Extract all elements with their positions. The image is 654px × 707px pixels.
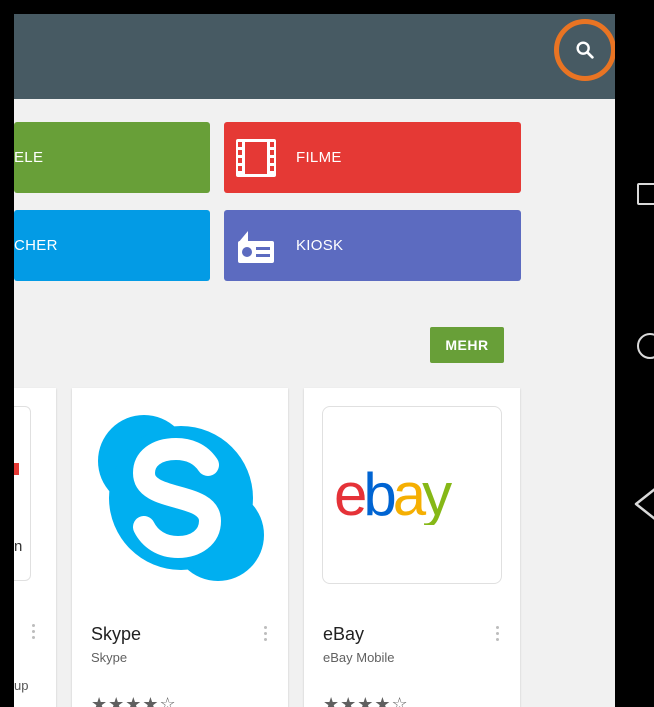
category-label: KIOSK bbox=[296, 237, 344, 254]
more-button[interactable]: MEHR bbox=[430, 327, 504, 363]
app-card-skype[interactable]: Skype Skype ★★★★☆ bbox=[72, 388, 288, 707]
app-developer: eBay Mobile bbox=[323, 650, 395, 665]
overflow-menu-icon[interactable] bbox=[264, 626, 268, 641]
home-icon[interactable] bbox=[637, 333, 654, 359]
app-title: Skype bbox=[91, 624, 142, 644]
app-card-ebay[interactable]: ebay eBay eBay Mobile ★★★★☆ bbox=[304, 388, 520, 707]
svg-text:ebay: ebay bbox=[334, 465, 452, 525]
app-icon-fragment bbox=[14, 463, 19, 475]
skype-logo-icon bbox=[98, 415, 264, 581]
category-label: CHER bbox=[14, 237, 58, 254]
back-icon[interactable] bbox=[633, 487, 654, 521]
app-icon-fragment-text: n bbox=[14, 538, 23, 555]
app-developer: Skype bbox=[91, 650, 128, 665]
app-card[interactable]: n up bbox=[14, 388, 56, 707]
recent-apps-icon[interactable] bbox=[637, 183, 654, 205]
search-icon bbox=[576, 41, 594, 59]
ebay-logo-icon: ebay bbox=[334, 465, 456, 525]
rating-stars: ★★★★☆ bbox=[91, 694, 177, 707]
category-tile-newsstand[interactable]: KIOSK bbox=[224, 210, 521, 281]
search-button[interactable] bbox=[554, 19, 615, 81]
category-label: ELE bbox=[14, 149, 44, 166]
overflow-menu-icon[interactable] bbox=[32, 624, 36, 639]
newsstand-icon bbox=[238, 231, 274, 263]
overflow-menu-icon[interactable] bbox=[496, 626, 500, 641]
app-developer: up bbox=[14, 678, 29, 693]
category-tile-games[interactable]: ELE bbox=[14, 122, 210, 193]
app-icon: ebay bbox=[322, 406, 502, 584]
category-tile-books[interactable]: CHER bbox=[14, 210, 210, 281]
category-tile-movies[interactable]: FILME bbox=[224, 122, 521, 193]
rating-stars: ★★★★☆ bbox=[323, 694, 409, 707]
app-title: eBay bbox=[323, 624, 365, 644]
film-icon bbox=[236, 139, 276, 177]
system-navigation-bar bbox=[615, 0, 654, 707]
category-label: FILME bbox=[296, 149, 342, 166]
app-screen: ELE FILME CHER KIOSK MEHR n up Skype Sky… bbox=[14, 14, 615, 707]
top-app-bar bbox=[14, 14, 615, 99]
